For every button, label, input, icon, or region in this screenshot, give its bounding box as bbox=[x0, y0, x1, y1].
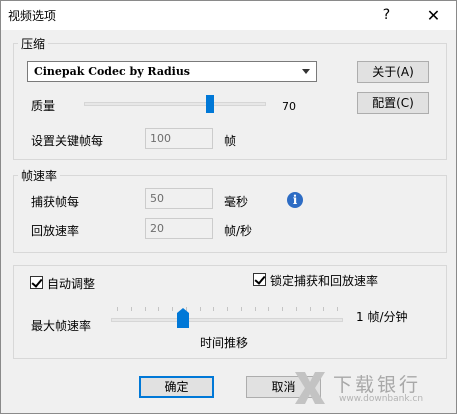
framerate-group-label: 帧速率 bbox=[18, 167, 61, 184]
ok-button[interactable]: 确定 bbox=[139, 376, 214, 398]
compression-group-label: 压缩 bbox=[18, 35, 49, 52]
slider-tick bbox=[130, 307, 132, 311]
slider-tick bbox=[117, 307, 118, 311]
downbank-logo-icon bbox=[295, 372, 325, 404]
slider-caption: 时间推移 bbox=[200, 336, 249, 350]
keyframe-label: 设置关键帧每 bbox=[31, 134, 104, 148]
window-title: 视频选项 bbox=[8, 9, 57, 23]
max-rate-slider-thumb[interactable] bbox=[177, 308, 189, 328]
auto-adjust-label[interactable]: 自动调整 bbox=[47, 275, 95, 292]
slider-tick bbox=[144, 307, 146, 311]
quality-slider-track[interactable] bbox=[84, 102, 266, 106]
playback-label: 回放速率 bbox=[31, 224, 80, 238]
codec-select-value: Cinepak Codec by Radius bbox=[34, 65, 191, 78]
capture-label: 捕获帧每 bbox=[31, 195, 80, 209]
capture-unit: 毫秒 bbox=[224, 195, 249, 209]
playback-input[interactable]: 20 bbox=[145, 218, 213, 239]
quality-label: 质量 bbox=[31, 99, 56, 113]
playback-unit: 帧/秒 bbox=[224, 224, 253, 238]
watermark-url: www.downbank.cn bbox=[339, 394, 424, 404]
lock-rate-checkbox[interactable] bbox=[253, 273, 266, 286]
codec-select[interactable]: Cinepak Codec by Radius bbox=[27, 61, 317, 82]
chevron-down-icon bbox=[302, 69, 310, 74]
video-options-dialog: 视频选项 ? ✕ 压缩 Cinepak Codec by Radius 关于(A… bbox=[0, 0, 457, 414]
slider-tick bbox=[227, 307, 228, 311]
auto-adjust-checkbox[interactable] bbox=[30, 276, 43, 289]
slider-tick bbox=[323, 307, 325, 311]
slider-tick bbox=[213, 307, 215, 311]
close-button[interactable]: ✕ bbox=[411, 1, 456, 30]
slider-tick bbox=[158, 307, 160, 311]
help-button[interactable]: ? bbox=[364, 1, 409, 30]
max-rate-label: 最大帧速率 bbox=[31, 319, 92, 333]
max-rate-slider-track[interactable] bbox=[111, 318, 343, 322]
slider-tick bbox=[240, 307, 242, 311]
quality-value: 70 bbox=[282, 100, 296, 113]
slider-tick bbox=[337, 307, 338, 311]
slider-tick bbox=[172, 307, 173, 311]
lock-rate-label[interactable]: 锁定捕获和回放速率 bbox=[270, 272, 378, 289]
slider-tick bbox=[295, 307, 297, 311]
slider-tick bbox=[309, 307, 311, 311]
config-button[interactable]: 配置(C) bbox=[357, 92, 429, 114]
about-button[interactable]: 关于(A) bbox=[357, 61, 429, 83]
info-icon[interactable]: i bbox=[287, 192, 303, 208]
title-bar: 视频选项 ? ✕ bbox=[1, 1, 456, 30]
capture-input[interactable]: 50 bbox=[145, 188, 213, 209]
slider-tick bbox=[268, 307, 270, 311]
slider-tick bbox=[254, 307, 256, 311]
framerate-group bbox=[13, 175, 447, 253]
slider-tick bbox=[199, 307, 201, 311]
keyframe-unit: 帧 bbox=[224, 134, 237, 148]
quality-slider-thumb[interactable] bbox=[205, 95, 214, 113]
max-rate-value: 1 帧/分钟 bbox=[356, 310, 408, 324]
watermark: 下载银行 www.downbank.cn bbox=[293, 366, 457, 413]
slider-tick bbox=[282, 307, 283, 311]
keyframe-input[interactable]: 100 bbox=[145, 128, 213, 149]
watermark-title: 下载银行 bbox=[333, 374, 422, 396]
